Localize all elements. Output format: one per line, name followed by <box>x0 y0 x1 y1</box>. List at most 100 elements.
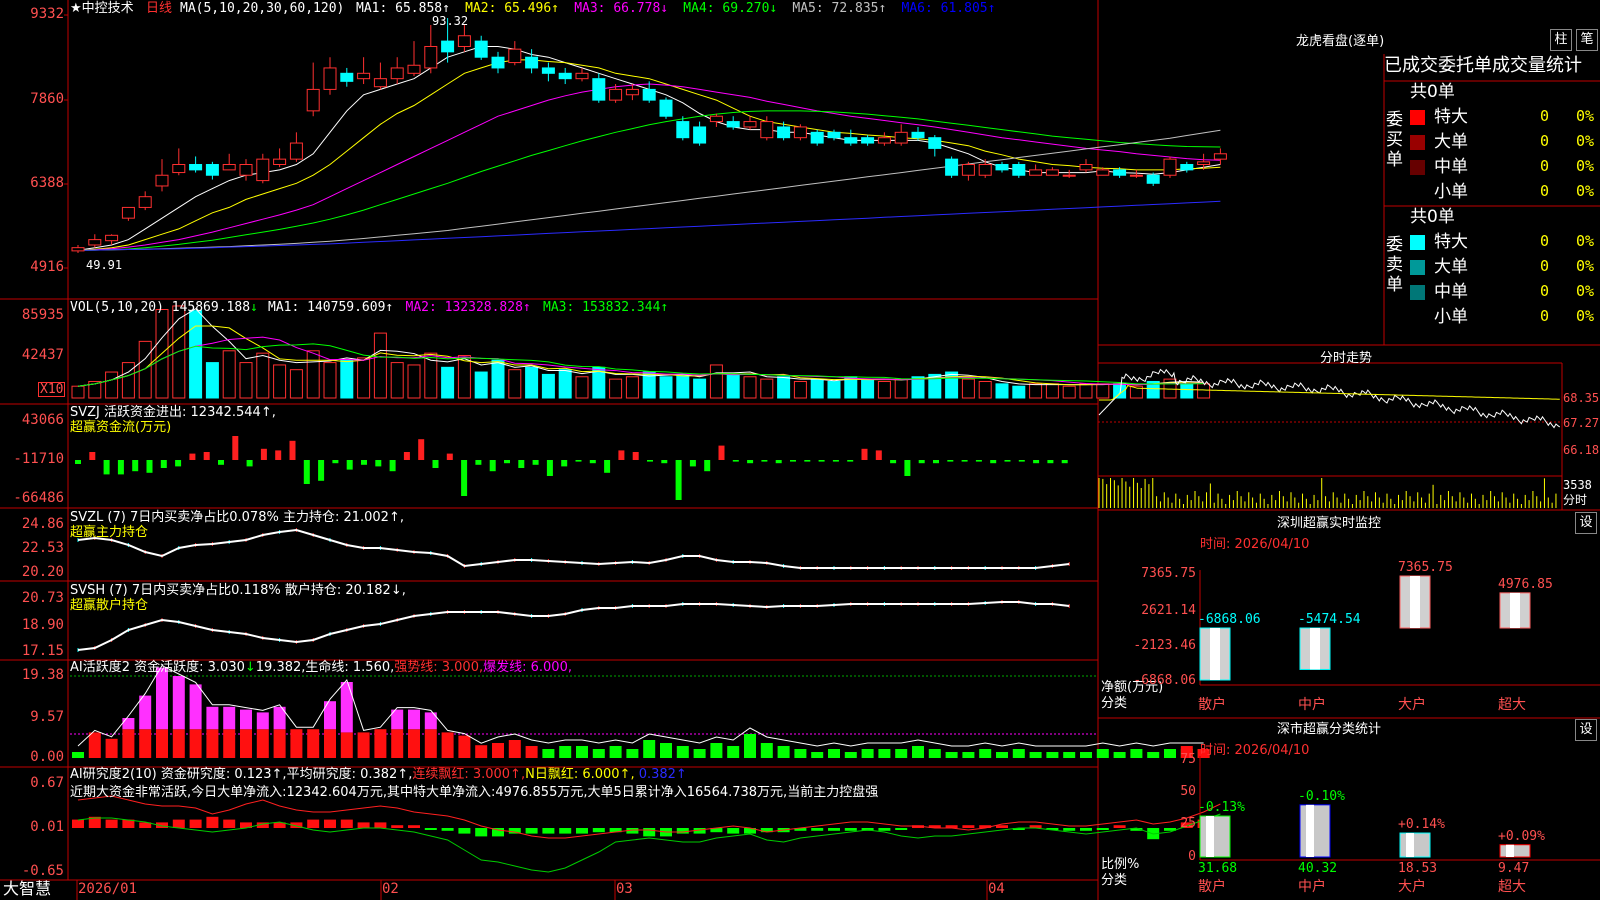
activity-bar <box>408 729 420 758</box>
svzl-label: 超赢主力持仓 <box>70 525 149 540</box>
sz-class-category: 超大 <box>1498 879 1526 895</box>
flow-bar <box>775 460 782 464</box>
candle-body <box>911 131 925 139</box>
weak-bar <box>710 743 723 758</box>
weak-bar <box>643 740 656 758</box>
sz-monitor-category: 散户 <box>1198 697 1226 713</box>
flow-bar <box>518 460 525 468</box>
weak-bar <box>1130 749 1143 758</box>
candle-body <box>877 137 891 144</box>
sz-class-value: 31.68 <box>1198 861 1238 876</box>
weak-bar <box>828 749 840 758</box>
activity-bar <box>424 729 437 758</box>
candle-body <box>424 45 438 69</box>
order-count: 0 <box>1540 132 1550 150</box>
svzl-header: SVZL (7) 7日内买卖净占比0.078% 主力持仓: 21.002↑, <box>70 510 404 525</box>
burst-bar <box>189 684 202 730</box>
sz-monitor-ytick: -6868.06 <box>1133 673 1196 688</box>
svzj-ytick: -66486 <box>13 490 64 506</box>
volume-bar <box>323 362 337 399</box>
svzl-line <box>77 528 1070 569</box>
flow-bar <box>761 460 768 462</box>
order-pct: 0% <box>1576 257 1595 275</box>
volume-bar <box>340 359 354 399</box>
candle-body <box>138 196 152 208</box>
bar-mode-button[interactable]: 柱 <box>1550 29 1572 51</box>
sz-monitor-settings-button[interactable]: 设 <box>1575 512 1597 534</box>
candle-body <box>1062 174 1076 177</box>
research-bar <box>408 825 420 828</box>
tick-mode-button[interactable]: 笔 <box>1576 29 1598 51</box>
order-type-label: 小单 <box>1434 307 1468 327</box>
flow-bar <box>103 460 110 475</box>
candle-body <box>474 40 488 58</box>
sz-class-category: 散户 <box>1198 879 1226 895</box>
activity-bar <box>307 729 320 758</box>
buy-orders-label: 委买单 <box>1386 110 1403 170</box>
flow-bar <box>947 460 954 462</box>
weak-bar <box>844 752 857 758</box>
flow-bar <box>975 460 982 462</box>
sz-class-bar <box>1399 832 1431 858</box>
research-bar <box>374 822 387 828</box>
sz-monitor-ytick: 2621.14 <box>1141 603 1196 618</box>
ma-line-ma4 <box>77 110 1221 251</box>
activity-bar <box>357 732 370 758</box>
sz-class-bar <box>1499 844 1531 858</box>
svsh-ytick: 20.73 <box>21 590 64 606</box>
research-bar <box>189 819 202 828</box>
volume-bar <box>273 364 287 399</box>
vol-unit-badge[interactable]: X10 <box>38 382 66 397</box>
ai1-ytick: 19.38 <box>21 667 64 683</box>
ma-line-ma6 <box>77 200 1221 251</box>
volume-bar <box>1079 383 1093 399</box>
flow-bar <box>475 460 482 465</box>
weak-bar <box>912 746 924 758</box>
chart-canvas[interactable] <box>0 0 1600 900</box>
volume-bar <box>390 362 404 399</box>
sz-monitor-value: 4976.85 <box>1498 576 1553 592</box>
candle-body <box>441 40 455 53</box>
flow-bar <box>418 439 425 460</box>
sz-class-time: 时间: 2026/04/10 <box>1200 743 1310 758</box>
activity-bar <box>391 729 404 758</box>
sz-monitor-ytick: 7365.75 <box>1141 566 1196 581</box>
order-pct: 0% <box>1576 232 1595 250</box>
volume-bar <box>1045 383 1059 399</box>
activity-bar <box>458 735 471 758</box>
weak-bar <box>777 746 790 758</box>
volume-bar <box>121 362 135 399</box>
research-bar <box>727 828 740 834</box>
candle-body <box>71 247 85 252</box>
weak-bar <box>1113 752 1126 758</box>
weak-bar <box>660 743 672 758</box>
sell-orders-count: 共0单 <box>1410 207 1455 227</box>
weak-bar <box>1029 752 1042 758</box>
research-bar <box>441 828 454 831</box>
activity-bar <box>105 738 118 758</box>
order-count: 0 <box>1540 107 1550 125</box>
candle-body <box>693 126 707 144</box>
order-count: 0 <box>1540 282 1550 300</box>
research-bar <box>676 828 689 834</box>
candle-body <box>121 206 135 219</box>
flow-bar <box>618 450 625 460</box>
activity-bar <box>256 729 269 758</box>
volume-bar <box>726 373 740 399</box>
vol-ma-value: MA2: 132328.828↑ <box>405 300 531 315</box>
date-tick: 04 <box>988 881 1005 897</box>
weak-bar <box>727 746 740 758</box>
ma-line-ma5 <box>77 129 1221 251</box>
vol-ytick: 85935 <box>21 307 64 323</box>
flow-bar <box>218 460 224 465</box>
sz-class-category: 大户 <box>1398 879 1426 895</box>
flow-bar <box>847 460 854 462</box>
lhkp-title: 龙虎看盘(逐单) <box>1296 34 1385 49</box>
weak-bar <box>996 752 1008 758</box>
candle-body <box>239 164 253 176</box>
candle-body <box>894 131 908 144</box>
order-pct: 0% <box>1576 132 1595 150</box>
legend-swatch <box>1410 135 1425 150</box>
flow-bar <box>89 452 96 460</box>
sz-class-settings-button[interactable]: 设 <box>1575 719 1597 741</box>
